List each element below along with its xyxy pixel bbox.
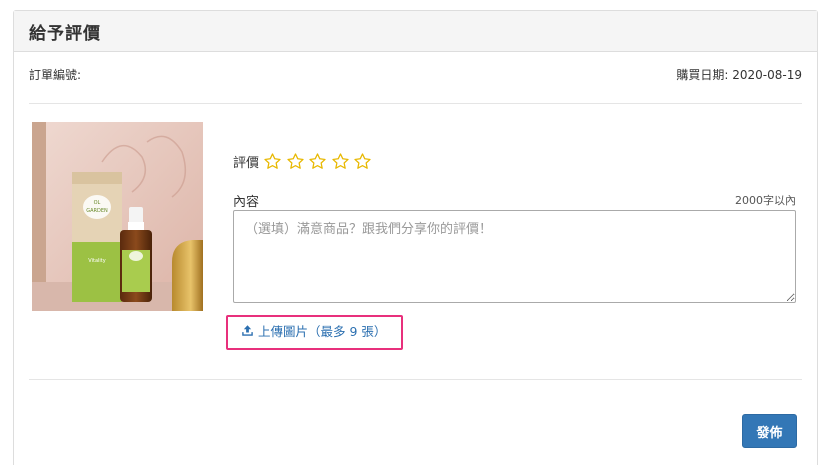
char-limit-hint: 2000字以內	[735, 194, 796, 207]
star-icon[interactable]	[263, 152, 282, 171]
divider-bottom	[29, 379, 802, 380]
content-label: 內容	[233, 195, 260, 210]
order-meta: 訂單編號: 購買日期: 2020-08-19	[29, 66, 802, 83]
svg-text:OL: OL	[94, 200, 101, 206]
purchase-date: 購買日期: 2020-08-19	[676, 68, 802, 82]
star-icon[interactable]	[286, 152, 305, 171]
svg-text:GARDEN: GARDEN	[86, 208, 108, 214]
svg-text:Vitality: Vitality	[88, 258, 105, 264]
publish-button[interactable]: 發佈	[742, 414, 797, 448]
review-panel: 給予評價 訂單編號: 購買日期: 2020-08-19 OL GARDEN Vi…	[13, 10, 818, 465]
order-number-label: 訂單編號:	[29, 68, 82, 82]
star-icon[interactable]	[308, 152, 327, 171]
rating-label: 評價	[233, 156, 260, 171]
divider-top	[29, 103, 802, 104]
star-icon[interactable]	[331, 152, 350, 171]
star-icon[interactable]	[353, 152, 372, 171]
upload-icon	[242, 325, 253, 336]
upload-images-link[interactable]: 上傳圖片（最多 9 張）	[241, 321, 386, 340]
panel-title: 給予評價	[29, 23, 101, 44]
rating-row: 評價	[233, 152, 376, 171]
panel-header: 給予評價	[14, 11, 817, 52]
upload-label: 上傳圖片（最多 9 張）	[258, 324, 387, 339]
review-textarea[interactable]	[233, 210, 796, 303]
product-image: OL GARDEN Vitality	[32, 122, 203, 311]
